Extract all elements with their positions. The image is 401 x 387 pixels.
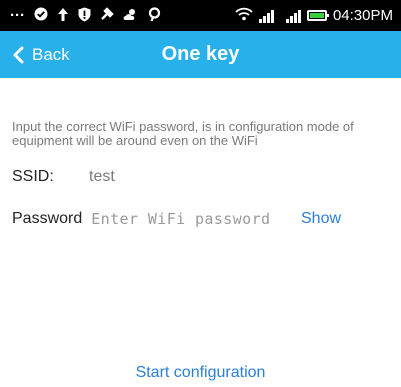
notification-icons: ···	[10, 6, 161, 25]
status-bar: ··· 04:30PM	[0, 0, 401, 31]
tools-icon	[100, 7, 114, 24]
password-label: Password	[12, 210, 83, 227]
ssid-value: test	[89, 168, 115, 185]
system-icons: 04:30PM	[235, 7, 393, 25]
status-time: 04:30PM	[332, 7, 393, 24]
shield-alert-icon	[78, 7, 91, 25]
password-input[interactable]	[91, 210, 282, 228]
hint-text: Input the correct WiFi password, is in c…	[12, 119, 354, 148]
back-button[interactable]: Back	[12, 31, 70, 78]
chevron-left-icon	[13, 46, 24, 63]
check-circle-icon	[34, 7, 48, 24]
title-bar: Back One key	[0, 31, 401, 78]
ssid-row: SSID: test	[12, 168, 115, 186]
search-icon	[148, 6, 161, 25]
weather-icon	[123, 7, 139, 24]
signal-icon-2	[285, 9, 301, 23]
show-password-button[interactable]: Show	[301, 210, 341, 228]
ssid-label: SSID:	[12, 168, 54, 185]
back-label: Back	[32, 44, 70, 64]
battery-icon	[306, 10, 329, 21]
upload-arrow-icon	[57, 7, 69, 25]
wifi-icon	[235, 7, 253, 25]
start-configuration-button[interactable]: Start configuration	[0, 364, 401, 382]
password-row: Password	[12, 210, 282, 228]
signal-icon	[258, 9, 274, 23]
more-icon: ···	[10, 7, 25, 24]
